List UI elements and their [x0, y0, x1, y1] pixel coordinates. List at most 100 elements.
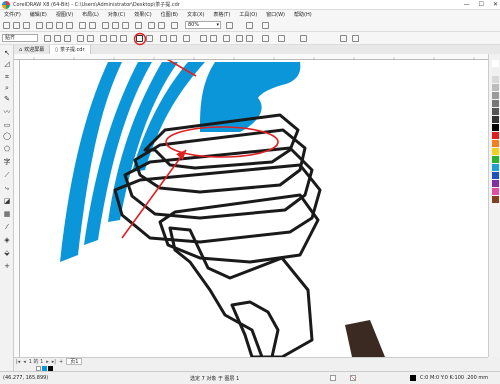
new-document-icon[interactable]: [3, 22, 10, 29]
outline-swatch[interactable]: [410, 375, 416, 381]
palette-swatch[interactable]: [492, 124, 499, 131]
close-button[interactable]: ✕: [493, 0, 498, 10]
export-icon[interactable]: [122, 22, 129, 29]
palette-swatch[interactable]: [492, 132, 499, 139]
doc-swatch-white[interactable]: [36, 365, 41, 371]
extract-subpath-icon[interactable]: [183, 35, 190, 42]
paste-icon[interactable]: [66, 22, 73, 29]
search-content-icon[interactable]: [102, 22, 109, 29]
extend-curve-icon[interactable]: [170, 35, 177, 42]
fill-swatch[interactable]: [330, 375, 336, 381]
palette-swatch[interactable]: [492, 172, 499, 179]
open-icon[interactable]: [13, 22, 20, 29]
menu-tools[interactable]: 工具(O): [239, 11, 257, 18]
rectangle-tool-icon[interactable]: ▭: [3, 121, 11, 129]
select-all-nodes-icon[interactable]: [278, 35, 285, 42]
pick-tool-icon[interactable]: ↖: [3, 49, 11, 57]
tab-document[interactable]: ▯ 茶子提.cdr: [50, 45, 91, 54]
menu-table[interactable]: 表格(T): [213, 11, 230, 18]
menu-edit[interactable]: 编辑(E): [30, 11, 47, 18]
palette-swatch[interactable]: [492, 76, 499, 83]
tab-welcome[interactable]: ⌂ 欢迎屏幕: [14, 45, 51, 54]
undo-icon[interactable]: [79, 22, 86, 29]
options-gear-icon[interactable]: [246, 22, 253, 29]
minimize-button[interactable]: —: [464, 0, 470, 10]
menu-text[interactable]: 文本(X): [187, 11, 204, 18]
freehand-tool-icon[interactable]: ✎: [3, 95, 11, 103]
cloud-icon[interactable]: [36, 22, 43, 29]
curve-smoothness-icon[interactable]: [352, 35, 359, 42]
add-node-icon[interactable]: [54, 35, 61, 42]
palette-swatch[interactable]: [492, 156, 499, 163]
menu-file[interactable]: 文件(F): [4, 11, 21, 18]
transparency-tool-icon[interactable]: ▦: [3, 210, 11, 218]
full-screen-icon[interactable]: [171, 22, 178, 29]
smart-fill-icon[interactable]: ⬙: [3, 249, 11, 257]
next-page-button[interactable]: ▸: [46, 359, 49, 365]
stretch-nodes-icon[interactable]: [200, 35, 207, 42]
eyedropper-tool-icon[interactable]: ⁄: [3, 223, 11, 231]
palette-swatch[interactable]: [492, 92, 499, 99]
pdf-icon[interactable]: [135, 22, 142, 29]
doc-swatch-black[interactable]: [48, 365, 53, 371]
interactive-fill-icon[interactable]: ◈: [3, 236, 11, 244]
palette-swatch[interactable]: [492, 140, 499, 147]
zoom-level-select[interactable]: 80%: [185, 21, 221, 29]
to-curve-icon[interactable]: [110, 35, 117, 42]
palette-swatch[interactable]: [492, 108, 499, 115]
doc-swatch-blue[interactable]: [42, 365, 47, 371]
add-page-button[interactable]: +: [59, 359, 63, 365]
mirror-vertical-icon[interactable]: [246, 35, 253, 42]
prev-page-button[interactable]: ◂: [23, 359, 26, 365]
menu-layout[interactable]: 布局(L): [82, 11, 99, 18]
smooth-node-icon[interactable]: [136, 35, 143, 42]
save-icon[interactable]: [23, 22, 30, 29]
connector-tool-icon[interactable]: ⤷: [3, 184, 11, 192]
artistic-media-icon[interactable]: 〰: [3, 108, 11, 116]
palette-swatch[interactable]: [492, 180, 499, 187]
snap-select[interactable]: 贴齐: [2, 34, 38, 42]
elastic-mode-icon[interactable]: [262, 35, 269, 42]
palette-swatch[interactable]: [492, 196, 499, 203]
maximize-button[interactable]: ☐: [479, 0, 484, 10]
palette-swatch[interactable]: [492, 188, 499, 195]
menu-bitmaps[interactable]: 位图(B): [161, 11, 178, 18]
palette-swatch[interactable]: [492, 148, 499, 155]
cusp-node-icon[interactable]: [120, 35, 127, 42]
drop-shadow-icon[interactable]: ◪: [3, 197, 11, 205]
app-launcher-icon[interactable]: [148, 22, 155, 29]
parallel-dimension-icon[interactable]: ⟋: [3, 171, 11, 179]
launch-icon[interactable]: [262, 22, 269, 29]
align-nodes-icon[interactable]: [223, 35, 230, 42]
reverse-direction-icon[interactable]: [160, 35, 167, 42]
palette-swatch[interactable]: [492, 68, 499, 75]
zoom-tool-icon[interactable]: ⌕: [3, 84, 11, 92]
menu-object[interactable]: 对象(C): [108, 11, 125, 18]
add-tool-icon[interactable]: +: [3, 262, 11, 270]
first-page-button[interactable]: |◂: [16, 359, 20, 365]
dark-shape[interactable]: [345, 320, 385, 357]
contour-bands[interactable]: [113, 113, 322, 357]
reduce-nodes-icon[interactable]: [300, 35, 307, 42]
mirror-horizontal-icon[interactable]: [236, 35, 243, 42]
palette-swatch[interactable]: [492, 60, 499, 67]
import-icon[interactable]: [112, 22, 119, 29]
last-page-button[interactable]: ▸|: [52, 359, 56, 365]
menu-view[interactable]: 视图(V): [56, 11, 73, 18]
symmetrical-node-icon[interactable]: [146, 35, 153, 42]
copy-icon[interactable]: [56, 22, 63, 29]
palette-swatch[interactable]: [492, 164, 499, 171]
redo-icon[interactable]: [89, 22, 96, 29]
to-line-icon[interactable]: [100, 35, 107, 42]
drawing-canvas[interactable]: [20, 60, 488, 357]
welcome-icon[interactable]: [158, 22, 165, 29]
snap-to-icon[interactable]: [226, 22, 233, 29]
break-curve-icon[interactable]: [87, 35, 94, 42]
text-tool-icon[interactable]: 字: [3, 158, 11, 166]
ellipse-tool-icon[interactable]: ◯: [3, 132, 11, 140]
palette-swatch[interactable]: [492, 84, 499, 91]
page-tab[interactable]: 页1: [66, 358, 83, 365]
join-nodes-icon[interactable]: [77, 35, 84, 42]
palette-swatch[interactable]: [492, 116, 499, 123]
no-fill-icon[interactable]: [350, 375, 356, 381]
